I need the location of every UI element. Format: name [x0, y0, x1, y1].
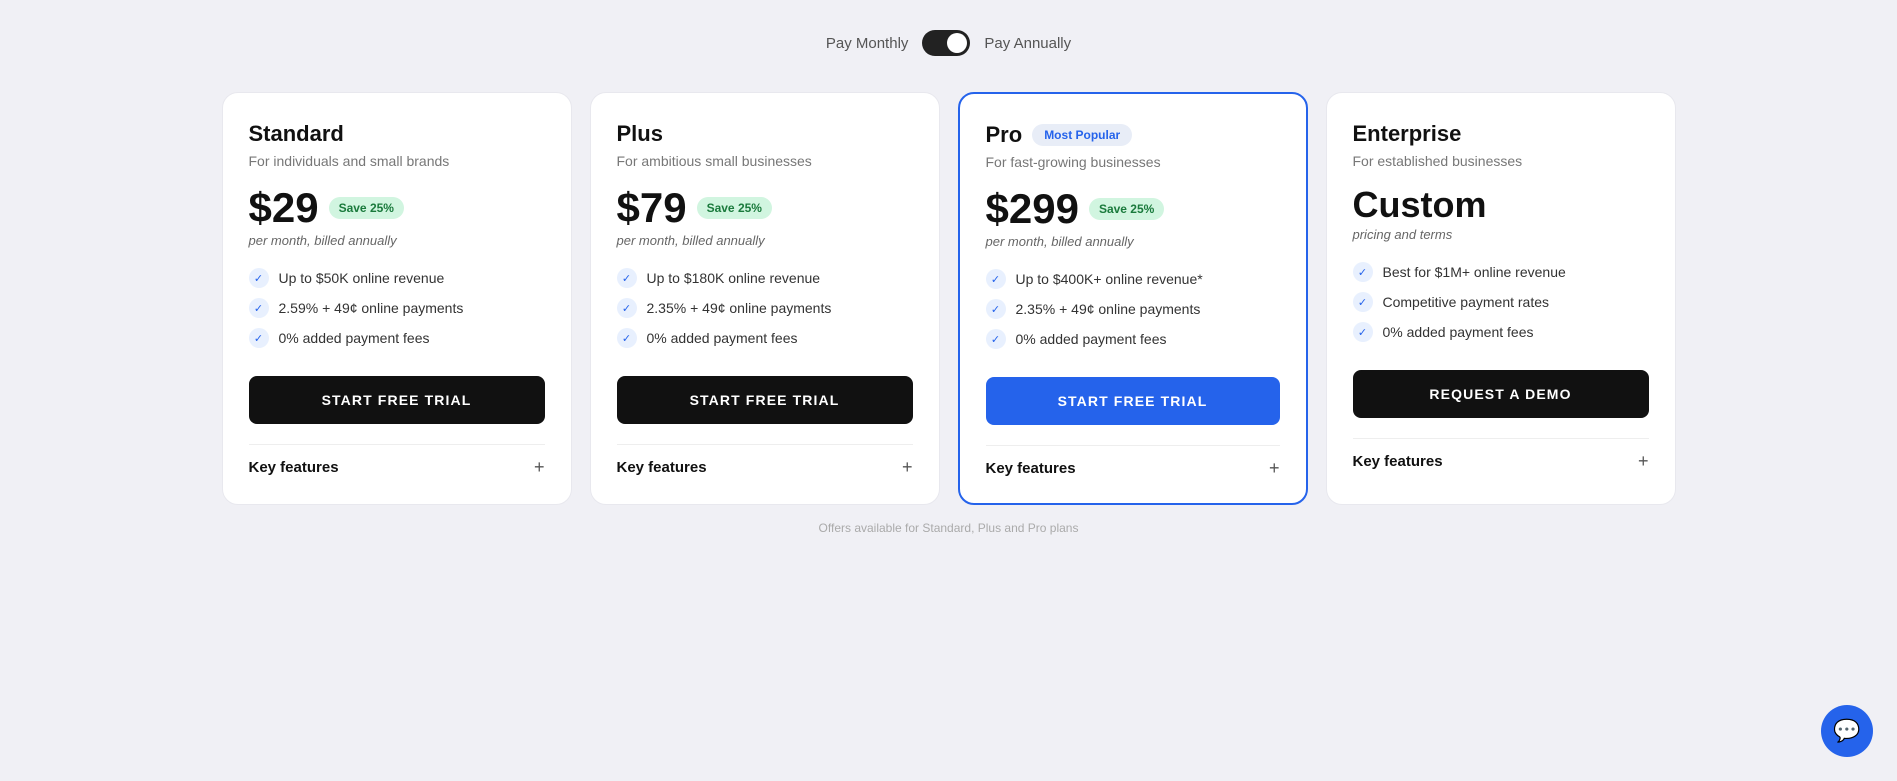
list-item: ✓ 0% added payment fees	[249, 328, 545, 348]
price-amount-standard: $29	[249, 187, 319, 229]
key-features-label-enterprise: Key features	[1353, 453, 1443, 470]
pay-monthly-label: Pay Monthly	[826, 35, 909, 52]
features-list-plus: ✓ Up to $180K online revenue ✓ 2.35% + 49¢ …	[617, 268, 913, 348]
price-row-standard: $29 Save 25%	[249, 187, 545, 229]
plan-card-standard: Standard For individuals and small brands…	[222, 92, 572, 505]
plan-description-standard: For individuals and small brands	[249, 153, 545, 169]
price-period-enterprise: pricing and terms	[1353, 227, 1649, 242]
key-features-label-plus: Key features	[617, 459, 707, 476]
key-features-label-standard: Key features	[249, 459, 339, 476]
plan-header-plus: Plus	[617, 121, 913, 147]
list-item: ✓ Up to $50K online revenue	[249, 268, 545, 288]
plan-description-plus: For ambitious small businesses	[617, 153, 913, 169]
key-features-icon-pro: +	[1269, 458, 1280, 479]
feature-text-plus-0: Up to $180K online revenue	[647, 270, 821, 286]
check-icon: ✓	[617, 298, 637, 318]
save-badge-pro: Save 25%	[1089, 198, 1164, 220]
check-icon: ✓	[1353, 292, 1373, 312]
toggle-thumb	[947, 33, 967, 53]
feature-text-enterprise-1: Competitive payment rates	[1383, 294, 1550, 310]
feature-text-plus-2: 0% added payment fees	[647, 330, 798, 346]
key-features-row-standard[interactable]: Key features +	[249, 444, 545, 478]
price-period-plus: per month, billed annually	[617, 233, 913, 248]
list-item: ✓ 0% added payment fees	[1353, 322, 1649, 342]
feature-text-standard-2: 0% added payment fees	[279, 330, 430, 346]
plan-description-enterprise: For established businesses	[1353, 153, 1649, 169]
key-features-row-pro[interactable]: Key features +	[986, 445, 1280, 479]
price-row-enterprise: Custom	[1353, 187, 1649, 223]
check-icon: ✓	[249, 268, 269, 288]
plan-card-enterprise: Enterprise For established businesses Cust…	[1326, 92, 1676, 505]
price-period-standard: per month, billed annually	[249, 233, 545, 248]
list-item: ✓ 0% added payment fees	[617, 328, 913, 348]
check-icon: ✓	[617, 268, 637, 288]
cta-button-standard[interactable]: START FREE TRIAL	[249, 376, 545, 424]
key-features-row-enterprise[interactable]: Key features +	[1353, 438, 1649, 472]
key-features-label-pro: Key features	[986, 460, 1076, 477]
feature-text-plus-1: 2.35% + 49¢ online payments	[647, 300, 832, 316]
key-features-icon-plus: +	[902, 457, 913, 478]
key-features-icon-enterprise: +	[1638, 451, 1649, 472]
toggle-switch[interactable]	[922, 30, 970, 56]
check-icon: ✓	[986, 329, 1006, 349]
feature-text-standard-0: Up to $50K online revenue	[279, 270, 445, 286]
plans-container: Standard For individuals and small brands…	[209, 92, 1689, 505]
features-list-enterprise: ✓ Best for $1M+ online revenue ✓ Competitiv…	[1353, 262, 1649, 342]
bottom-note: Offers available for Standard, Plus and …	[819, 521, 1079, 535]
pay-annually-label: Pay Annually	[984, 35, 1071, 52]
features-list-standard: ✓ Up to $50K online revenue ✓ 2.59% + 49¢ o…	[249, 268, 545, 348]
feature-text-pro-0: Up to $400K+ online revenue*	[1016, 271, 1203, 287]
check-icon: ✓	[986, 299, 1006, 319]
cta-button-enterprise[interactable]: REQUEST A DEMO	[1353, 370, 1649, 418]
price-row-plus: $79 Save 25%	[617, 187, 913, 229]
plan-card-plus: Plus For ambitious small businesses $79 Sav…	[590, 92, 940, 505]
list-item: ✓ 0% added payment fees	[986, 329, 1280, 349]
key-features-icon-standard: +	[534, 457, 545, 478]
chat-bubble-button[interactable]: 💬	[1821, 705, 1873, 757]
list-item: ✓ 2.59% + 49¢ online payments	[249, 298, 545, 318]
plan-header-pro: Pro Most Popular	[986, 122, 1280, 148]
price-amount-plus: $79	[617, 187, 687, 229]
list-item: ✓ Up to $180K online revenue	[617, 268, 913, 288]
check-icon: ✓	[986, 269, 1006, 289]
billing-toggle[interactable]: Pay Monthly Pay Annually	[826, 30, 1071, 56]
cta-button-plus[interactable]: START FREE TRIAL	[617, 376, 913, 424]
features-list-pro: ✓ Up to $400K+ online revenue* ✓ 2.35% + 49…	[986, 269, 1280, 349]
check-icon: ✓	[249, 328, 269, 348]
feature-text-enterprise-2: 0% added payment fees	[1383, 324, 1534, 340]
plan-name-plus: Plus	[617, 121, 663, 147]
key-features-row-plus[interactable]: Key features +	[617, 444, 913, 478]
plan-card-pro: Pro Most Popular For fast-growing business…	[958, 92, 1308, 505]
feature-text-pro-1: 2.35% + 49¢ online payments	[1016, 301, 1201, 317]
check-icon: ✓	[249, 298, 269, 318]
plan-description-pro: For fast-growing businesses	[986, 154, 1280, 170]
list-item: ✓ Up to $400K+ online revenue*	[986, 269, 1280, 289]
price-amount-enterprise: Custom	[1353, 187, 1487, 223]
list-item: ✓ Best for $1M+ online revenue	[1353, 262, 1649, 282]
list-item: ✓ 2.35% + 49¢ online payments	[986, 299, 1280, 319]
price-amount-pro: $299	[986, 188, 1079, 230]
save-badge-plus: Save 25%	[697, 197, 772, 219]
save-badge-standard: Save 25%	[329, 197, 404, 219]
check-icon: ✓	[1353, 322, 1373, 342]
check-icon: ✓	[617, 328, 637, 348]
feature-text-enterprise-0: Best for $1M+ online revenue	[1383, 264, 1566, 280]
list-item: ✓ Competitive payment rates	[1353, 292, 1649, 312]
feature-text-standard-1: 2.59% + 49¢ online payments	[279, 300, 464, 316]
plan-header-enterprise: Enterprise	[1353, 121, 1649, 147]
most-popular-badge-pro: Most Popular	[1032, 124, 1132, 146]
list-item: ✓ 2.35% + 49¢ online payments	[617, 298, 913, 318]
plan-header-standard: Standard	[249, 121, 545, 147]
price-row-pro: $299 Save 25%	[986, 188, 1280, 230]
cta-button-pro[interactable]: START FREE TRIAL	[986, 377, 1280, 425]
plan-name-enterprise: Enterprise	[1353, 121, 1462, 147]
plan-name-pro: Pro	[986, 122, 1023, 148]
feature-text-pro-2: 0% added payment fees	[1016, 331, 1167, 347]
check-icon: ✓	[1353, 262, 1373, 282]
chat-icon: 💬	[1833, 718, 1860, 744]
price-period-pro: per month, billed annually	[986, 234, 1280, 249]
plan-name-standard: Standard	[249, 121, 344, 147]
